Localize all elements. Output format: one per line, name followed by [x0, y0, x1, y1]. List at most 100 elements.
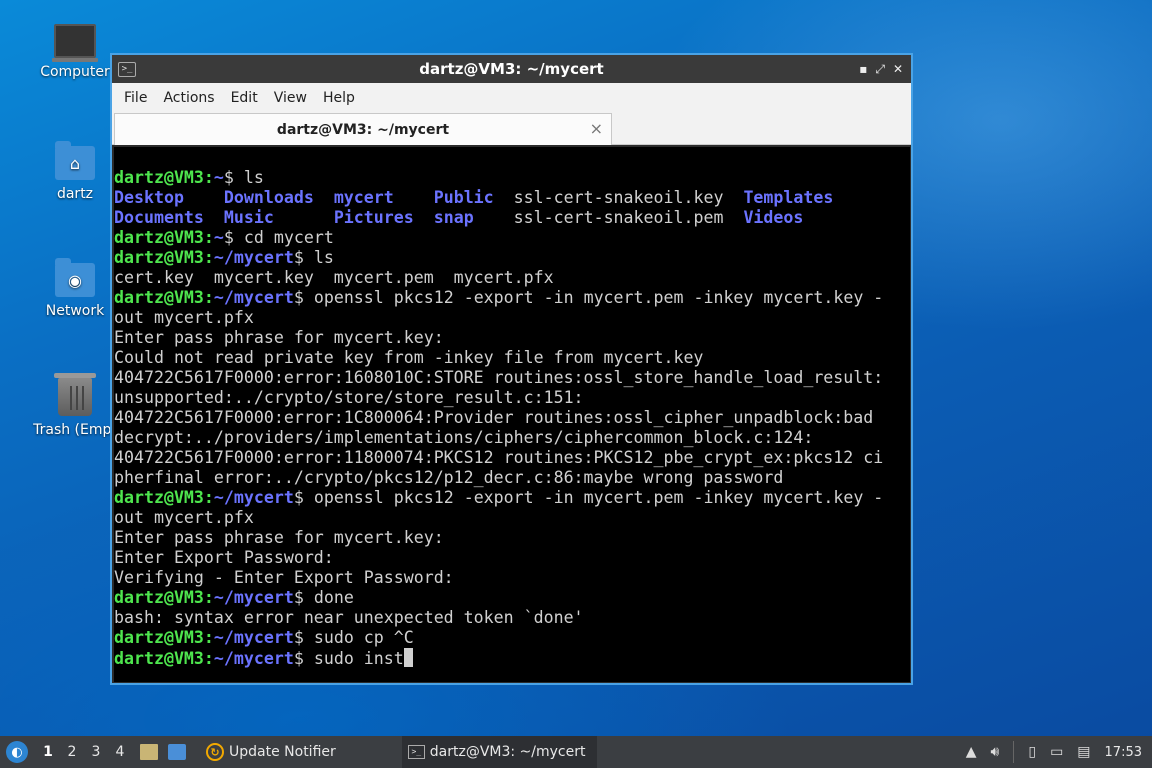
- prompt-user: dartz@VM3: [114, 628, 204, 647]
- prompt-dollar: $: [223, 168, 244, 187]
- trash-icon: [54, 373, 96, 416]
- command-text: sudo inst: [313, 649, 404, 668]
- output-line: 404722C5617F0000:error:1608010C:STORE ro…: [114, 368, 884, 387]
- tray-up-arrow-icon[interactable]: ▲: [966, 744, 977, 760]
- file-manager-launcher-icon[interactable]: [140, 744, 158, 760]
- tab-terminal[interactable]: dartz@VM3: ~/mycert ×: [114, 113, 612, 145]
- workspace-4[interactable]: 4: [108, 744, 132, 760]
- prompt-colon: :: [203, 628, 214, 647]
- output-line: Could not read private key from -inkey f…: [114, 348, 704, 367]
- directory-entry: Desktop: [114, 188, 214, 207]
- directory-entry: Music: [223, 208, 324, 227]
- prompt-user: dartz@VM3: [114, 168, 204, 187]
- prompt-user: dartz@VM3: [114, 488, 204, 507]
- prompt-dollar: $: [293, 288, 314, 307]
- output-line: Desktop Downloads mycert Public ssl-cert…: [114, 188, 910, 208]
- maximize-button[interactable]: ⤢: [875, 62, 885, 77]
- menu-view[interactable]: View: [266, 90, 315, 106]
- directory-entry: Public: [433, 188, 494, 207]
- directory-entry: Templates: [743, 188, 834, 207]
- prompt-path: ~/mycert: [213, 488, 294, 507]
- workspace-2[interactable]: 2: [60, 744, 84, 760]
- terminal-app-icon[interactable]: >_: [118, 61, 136, 77]
- output-line: Documents Music Pictures snap ssl-cert-s…: [114, 208, 910, 228]
- network-folder-icon: ◉: [55, 258, 95, 297]
- prompt-colon: :: [203, 228, 214, 247]
- prompt-line: dartz@VM3:~$ ls: [114, 168, 910, 188]
- prompt-dollar: $: [293, 248, 314, 267]
- command-text: openssl pkcs12 -export -in mycert.pem -i…: [313, 288, 884, 307]
- tray-separator: [1013, 741, 1015, 763]
- output-line: Enter pass phrase for mycert.key:: [114, 328, 444, 347]
- terminal-output[interactable]: dartz@VM3:~$ ls Desktop Downloads mycert …: [114, 147, 910, 682]
- command-text: ls: [243, 168, 264, 187]
- command-text: ls: [313, 248, 334, 267]
- prompt-line: dartz@VM3:~/mycert$ sudo inst: [114, 648, 910, 668]
- prompt-dollar: $: [293, 649, 314, 668]
- menu-help[interactable]: Help: [315, 90, 363, 106]
- prompt-path: ~: [213, 168, 224, 187]
- directory-entry: Pictures: [333, 208, 434, 227]
- output-line: Enter Export Password:: [114, 548, 334, 567]
- command-text: openssl pkcs12 -export -in mycert.pem -i…: [313, 488, 884, 507]
- output-line: bash: syntax error near unexpected token…: [114, 608, 584, 627]
- task-terminal[interactable]: >_ dartz@VM3: ~/mycert: [401, 736, 597, 768]
- update-notifier-icon: ↻: [206, 743, 224, 761]
- prompt-colon: :: [203, 649, 214, 668]
- command-text: cd mycert: [243, 228, 334, 247]
- minimize-button[interactable]: ▪: [859, 62, 867, 77]
- terminal-task-icon: >_: [407, 745, 425, 759]
- menu-edit[interactable]: Edit: [223, 90, 266, 106]
- prompt-colon: :: [203, 288, 214, 307]
- workspace-1[interactable]: 1: [36, 744, 60, 760]
- prompt-dollar: $: [293, 488, 314, 507]
- tab-bar: dartz@VM3: ~/mycert ×: [112, 113, 911, 145]
- taskbar: ◐ 1 2 3 4 ↻ Update Notifier >_ dartz@VM3…: [0, 736, 1152, 768]
- workspace-switcher: 1 2 3 4: [36, 744, 132, 760]
- show-desktop-icon[interactable]: [168, 744, 186, 760]
- task-update-notifier[interactable]: ↻ Update Notifier: [200, 736, 342, 768]
- prompt-line: dartz@VM3:~$ cd mycert: [114, 228, 910, 248]
- window-titlebar[interactable]: >_ dartz@VM3: ~/mycert ▪ ⤢ ✕: [112, 55, 911, 83]
- file-entry: ssl-cert-snakeoil.pem: [493, 208, 744, 227]
- output-line: 404722C5617F0000:error:11800074:PKCS12 r…: [114, 448, 884, 467]
- file-entry: [214, 188, 224, 207]
- directory-entry: mycert: [333, 188, 434, 207]
- start-menu-icon[interactable]: ◐: [6, 741, 28, 763]
- prompt-line: dartz@VM3:~/mycert$ done: [114, 588, 910, 608]
- output-line: pherfinal error:../crypto/pkcs12/p12_dec…: [114, 468, 784, 487]
- menu-file[interactable]: File: [116, 90, 155, 106]
- terminal-window: >_ dartz@VM3: ~/mycert ▪ ⤢ ✕ File Action…: [110, 53, 913, 685]
- clock[interactable]: 17:53: [1105, 745, 1142, 760]
- output-line: 404722C5617F0000:error:1C800064:Provider…: [114, 408, 874, 427]
- chat-icon[interactable]: ▤: [1077, 744, 1090, 760]
- home-folder-icon: ⌂: [55, 141, 95, 180]
- output-line: out mycert.pfx: [114, 308, 254, 327]
- prompt-colon: :: [203, 248, 214, 267]
- prompt-dollar: $: [293, 628, 314, 647]
- volume-icon[interactable]: 🔊︎: [991, 744, 1000, 760]
- window-title: dartz@VM3: ~/mycert: [419, 60, 604, 78]
- prompt-user: dartz@VM3: [114, 228, 204, 247]
- workspace-3[interactable]: 3: [84, 744, 108, 760]
- network-icon[interactable]: ▭: [1050, 744, 1063, 760]
- file-entry: [214, 208, 224, 227]
- directory-entry: Downloads: [223, 188, 324, 207]
- menu-actions[interactable]: Actions: [155, 90, 222, 106]
- prompt-user: dartz@VM3: [114, 248, 204, 267]
- prompt-line: dartz@VM3:~/mycert$ ls: [114, 248, 910, 268]
- system-tray: ▲ 🔊︎ ▯ ▭ ▤ 17:53: [966, 741, 1142, 763]
- computer-icon: [52, 24, 98, 62]
- file-entry: ssl-cert-snakeoil.key: [493, 188, 744, 207]
- clipboard-icon[interactable]: ▯: [1028, 744, 1036, 760]
- prompt-colon: :: [203, 168, 214, 187]
- tab-close-icon[interactable]: ×: [590, 119, 603, 138]
- command-text: done: [313, 588, 354, 607]
- close-button[interactable]: ✕: [893, 62, 903, 77]
- prompt-user: dartz@VM3: [114, 288, 204, 307]
- tab-title: dartz@VM3: ~/mycert: [276, 121, 450, 138]
- prompt-path: ~: [213, 228, 224, 247]
- prompt-path: ~/mycert: [213, 628, 294, 647]
- output-line: cert.key mycert.key mycert.pem mycert.pf…: [114, 268, 554, 287]
- prompt-colon: :: [203, 488, 214, 507]
